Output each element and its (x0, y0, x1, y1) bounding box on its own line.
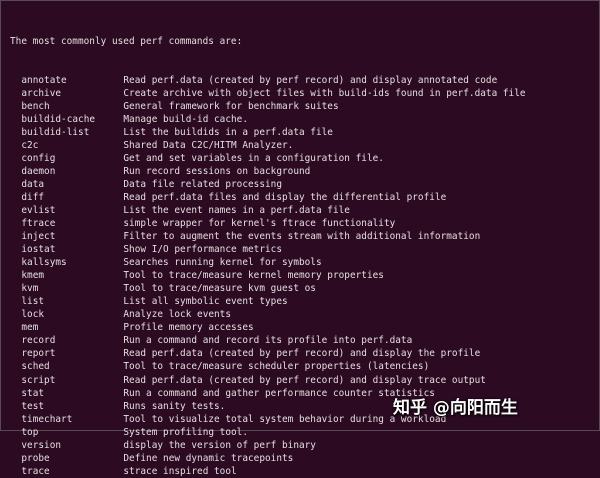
command-row: diff Read perf.data files and display the… (10, 191, 526, 204)
command-row: list List all symbolic event types (10, 295, 526, 308)
command-row: archive Create archive with object files … (10, 87, 526, 100)
command-name: top (21, 426, 39, 438)
command-row: record Run a command and record its profi… (10, 334, 526, 347)
command-name: timechart (21, 413, 73, 425)
command-name: buildid-list (21, 127, 90, 139)
command-row: bench General framework for benchmark sui… (10, 100, 526, 113)
command-description: Read perf.data (created by perf record) … (123, 374, 486, 386)
command-description: Show I/O performance metrics (123, 244, 282, 256)
command-row: trace strace inspired tool (10, 465, 526, 478)
command-name: iostat (21, 244, 56, 256)
command-name: lock (21, 309, 45, 321)
command-row: data Data file related processing (10, 178, 526, 191)
command-name: probe (21, 452, 50, 464)
command-row: probe Define new dynamic tracepoints (10, 452, 526, 465)
command-description: Define new dynamic tracepoints (123, 452, 294, 464)
command-description: Runs sanity tests. (123, 400, 226, 412)
command-name: record (21, 335, 56, 347)
command-description: Read perf.data (created by perf record) … (123, 75, 498, 87)
command-description: display the version of perf binary (123, 439, 316, 451)
command-row: daemon Run record sessions on background (10, 165, 526, 178)
command-description: Read perf.data files and display the dif… (123, 192, 447, 204)
command-description: strace inspired tool (123, 465, 237, 477)
command-name: evlist (21, 205, 56, 217)
command-description: simple wrapper for kernel's ftrace funct… (123, 218, 396, 230)
command-row: sched Tool to trace/measure scheduler pro… (10, 360, 526, 373)
command-name: c2c (21, 140, 39, 152)
command-name: kallsyms (21, 257, 67, 269)
command-row: script Read perf.data (created by perf re… (10, 374, 526, 387)
command-description: Tool to trace/measure scheduler properti… (123, 361, 430, 373)
command-name: annotate (21, 75, 67, 87)
command-name: test (21, 400, 45, 412)
command-name: sched (21, 361, 50, 373)
command-row: kvm Tool to trace/measure kvm guest os (10, 282, 526, 295)
command-name: list (21, 296, 45, 308)
command-description: Filter to augment the events stream with… (123, 231, 481, 243)
terminal-heading: The most commonly used perf commands are… (10, 36, 243, 48)
command-name: stat (21, 387, 45, 399)
command-description: Run record sessions on background (123, 166, 311, 178)
command-row: buildid-cache Manage build-id cache. (10, 113, 526, 126)
command-name: kmem (21, 270, 45, 282)
command-row: ftrace simple wrapper for kernel's ftrace… (10, 217, 526, 230)
command-name: config (21, 153, 56, 165)
command-description: Tool to trace/measure kernel memory prop… (123, 270, 384, 282)
command-row: config Get and set variables in a configu… (10, 152, 526, 165)
command-row: evlist List the event names in a perf.dat… (10, 204, 526, 217)
command-name: data (21, 179, 45, 191)
terminal-window[interactable]: The most commonly used perf commands are… (0, 0, 600, 477)
command-name: trace (21, 465, 50, 477)
command-description: Run a command and record its profile int… (123, 335, 413, 347)
command-name: inject (21, 231, 56, 243)
command-description: List all symbolic event types (123, 296, 288, 308)
command-description: System profiling tool. (123, 426, 249, 438)
command-description: Data file related processing (123, 179, 282, 191)
command-name: version (21, 439, 62, 451)
command-name: bench (21, 101, 50, 113)
command-row: report Read perf.data (created by perf re… (10, 347, 526, 360)
command-description: Analyze lock events (123, 309, 232, 321)
command-description: Tool to trace/measure kvm guest os (123, 283, 316, 295)
command-description: Create archive with object files with bu… (123, 88, 526, 100)
command-row: kmem Tool to trace/measure kernel memory … (10, 269, 526, 282)
command-row: version display the version of perf binar… (10, 439, 526, 452)
command-description: Run a command and gather performance cou… (123, 387, 435, 399)
command-name: archive (21, 88, 62, 100)
command-row: mem Profile memory accesses (10, 321, 526, 334)
command-description: List the buildids in a perf.data file (123, 127, 333, 139)
command-name: script (21, 374, 56, 386)
command-name: buildid-cache (21, 114, 96, 126)
command-row: c2c Shared Data C2C/HITM Analyzer. (10, 139, 526, 152)
command-description: Searches running kernel for symbols (123, 257, 322, 269)
watermark: 知乎 @向阳而生 (393, 398, 518, 418)
command-row: lock Analyze lock events (10, 308, 526, 321)
command-description: General framework for benchmark suites (123, 101, 339, 113)
command-description: Read perf.data (created by perf record) … (123, 348, 481, 360)
command-name: report (21, 348, 56, 360)
command-name: diff (21, 192, 45, 204)
command-row: buildid-list List the buildids in a perf.… (10, 126, 526, 139)
command-name: ftrace (21, 218, 56, 230)
command-description: List the event names in a perf.data file (123, 205, 350, 217)
command-name: kvm (21, 283, 39, 295)
command-name: daemon (21, 166, 56, 178)
command-description: Manage build-id cache. (123, 114, 249, 126)
command-row: inject Filter to augment the events strea… (10, 230, 526, 243)
command-row: iostat Show I/O performance metrics (10, 243, 526, 256)
command-description: Profile memory accesses (123, 322, 254, 334)
command-name: mem (21, 322, 39, 334)
command-description: Get and set variables in a configuration… (123, 153, 384, 165)
command-row: kallsyms Searches running kernel for symb… (10, 256, 526, 269)
command-row: top System profiling tool. (10, 426, 526, 439)
command-row: annotate Read perf.data (created by perf … (10, 74, 526, 87)
command-description: Shared Data C2C/HITM Analyzer. (123, 140, 294, 152)
